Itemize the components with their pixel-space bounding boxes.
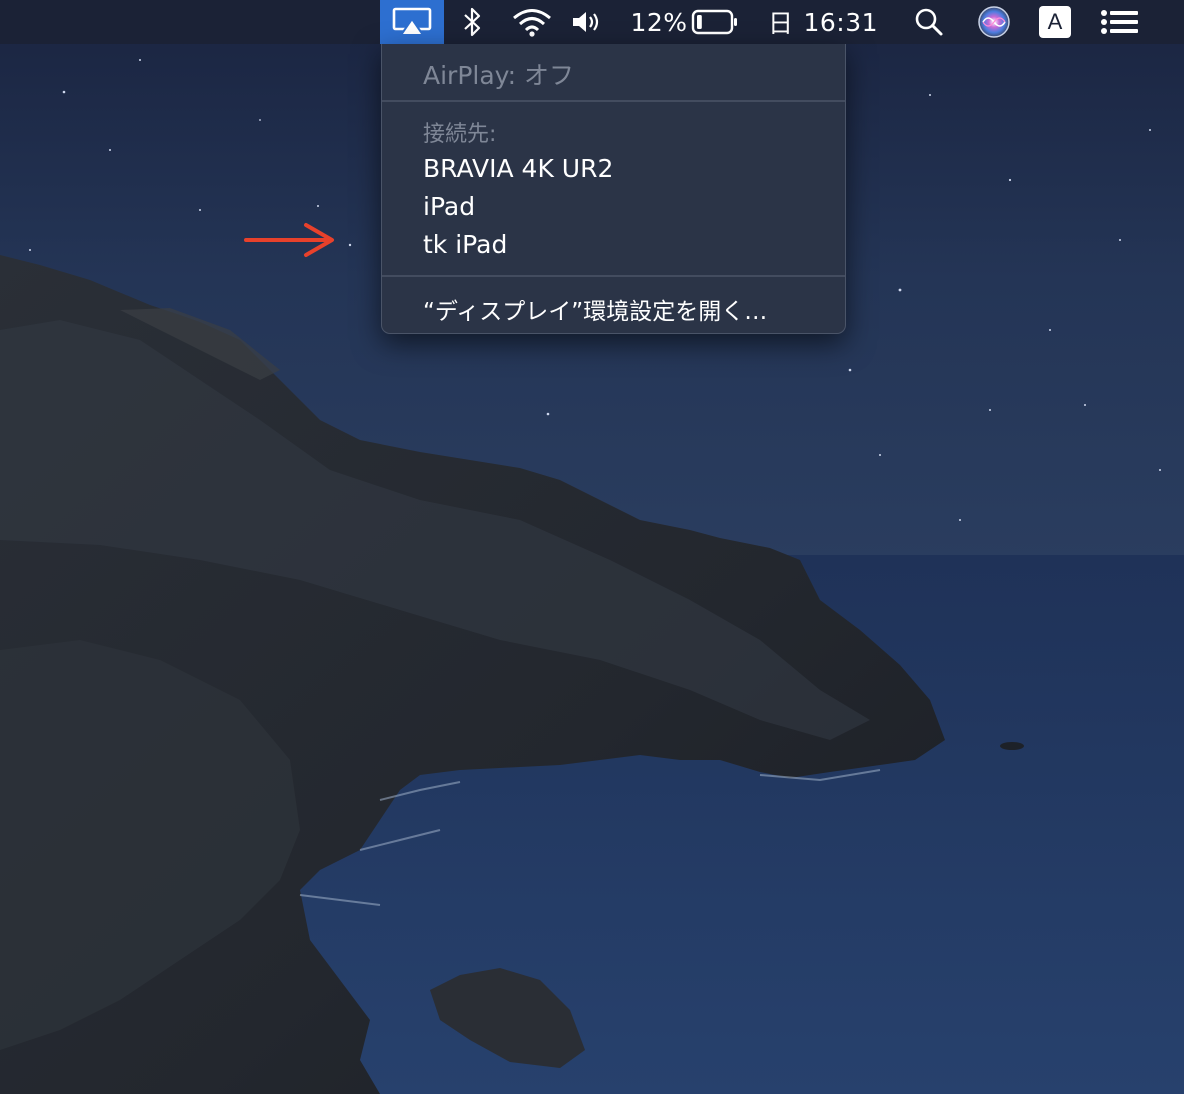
- airplay-icon: [392, 7, 432, 36]
- battery-icon: [691, 9, 737, 35]
- battery-percentage[interactable]: 12%: [630, 0, 688, 44]
- clock-time: 16:31: [803, 7, 878, 37]
- wifi-menu[interactable]: [508, 0, 556, 44]
- notification-center-button[interactable]: [1098, 0, 1142, 44]
- input-source-label: A: [1047, 9, 1063, 34]
- airplay-dropdown-menu: AirPlay: オフ 接続先: BRAVIA 4K UR2 iPad tk i…: [381, 44, 846, 334]
- clock-day: 日: [768, 9, 794, 38]
- menu-separator: [382, 100, 845, 102]
- device-item-ipad[interactable]: iPad: [423, 192, 475, 221]
- connect-to-header: 接続先:: [423, 122, 497, 147]
- annotation-arrow-icon: [244, 223, 334, 257]
- menu-bar: 12% 日 16:31 A: [0, 0, 1184, 44]
- search-icon: [915, 8, 943, 36]
- notification-center-icon: [1101, 10, 1138, 34]
- spotlight-button[interactable]: [910, 0, 948, 44]
- wifi-icon: [513, 9, 551, 37]
- bluetooth-icon: [464, 7, 481, 37]
- input-source-icon: A: [1039, 6, 1071, 38]
- device-item-tk-ipad[interactable]: tk iPad: [423, 230, 507, 259]
- menubar-clock[interactable]: 日 16:31: [768, 0, 878, 44]
- input-source-menu[interactable]: A: [1037, 0, 1073, 44]
- volume-menu[interactable]: [569, 0, 605, 44]
- airplay-menu-button[interactable]: [380, 0, 444, 44]
- siri-button[interactable]: [974, 0, 1014, 44]
- menu-separator: [382, 275, 845, 277]
- airplay-status: AirPlay: オフ: [423, 61, 575, 90]
- open-display-preferences[interactable]: “ディスプレイ”環境設定を開く…: [423, 292, 767, 326]
- volume-icon: [573, 12, 599, 32]
- siri-icon: [978, 6, 1010, 38]
- battery-menu[interactable]: [690, 0, 740, 44]
- bluetooth-menu[interactable]: [456, 0, 490, 44]
- device-item-bravia[interactable]: BRAVIA 4K UR2: [423, 154, 613, 183]
